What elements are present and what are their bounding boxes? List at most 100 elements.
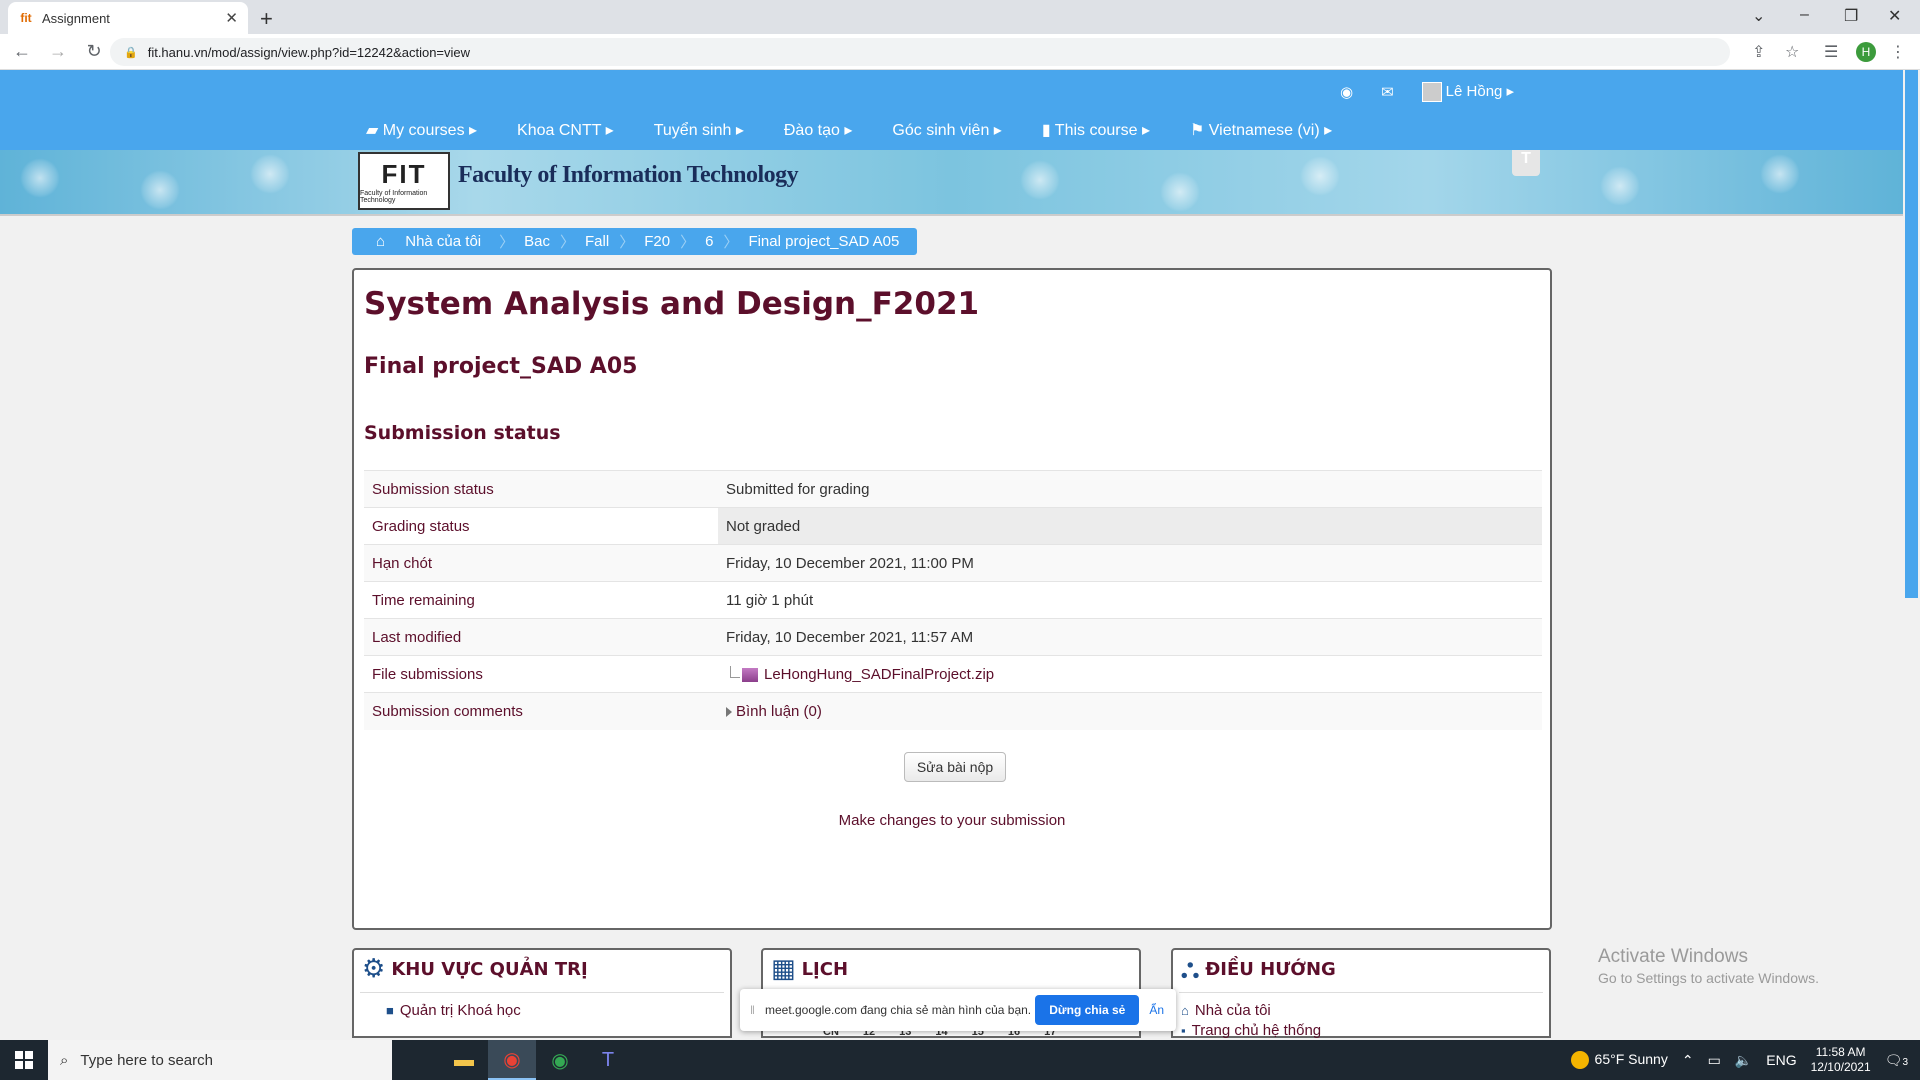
banner-flower-decoration (1160, 172, 1200, 212)
menu-tuyen-sinh[interactable]: Tuyển sinh ▸ (654, 120, 744, 140)
edit-submission-button[interactable]: Sửa bài nộp (904, 752, 1006, 782)
block-navigation: ⛬ ĐIỀU HƯỚNG ⌂ Nhà của tôi ▪ Trang chủ h… (1171, 948, 1551, 1039)
search-icon: ⌕ (60, 1051, 69, 1069)
forward-icon[interactable]: → (44, 41, 72, 62)
row-value: Friday, 10 December 2021, 11:00 PM (726, 554, 974, 572)
archive-icon (742, 667, 758, 682)
start-button[interactable] (0, 1040, 48, 1080)
drag-handle-icon[interactable]: ‖ (750, 1003, 755, 1017)
fit-logo[interactable]: FIT Faculty of Information Technology (358, 152, 450, 210)
table-row: Time remaining 11 giờ 1 phút (364, 581, 1542, 619)
close-window-button[interactable]: ✕ (1888, 6, 1901, 26)
banner-flower-decoration (20, 158, 60, 198)
stop-sharing-button[interactable]: Dừng chia sẻ (1035, 995, 1140, 1025)
reading-list-icon[interactable]: ☰ (1824, 42, 1838, 62)
comments-link[interactable]: Bình luận (0) (736, 703, 822, 720)
file-explorer-icon[interactable]: ▬ (440, 1040, 488, 1080)
fit-favicon-icon: fit (20, 11, 32, 25)
chrome-active-icon[interactable]: ◉ (488, 1040, 536, 1080)
lock-icon[interactable]: 🔒 (124, 46, 138, 59)
menu-label: My courses (382, 122, 465, 139)
menu-language[interactable]: ⚑ Vietnamese (vi) ▸ (1190, 120, 1332, 140)
notification-center-icon[interactable]: 🗨3 (1885, 1052, 1908, 1069)
user-menu[interactable]: Lê Hồng ▸ (1421, 82, 1514, 103)
menu-goc-sinh-vien[interactable]: Góc sinh viên ▸ (892, 120, 1001, 140)
notification-icon[interactable]: ◉ (1340, 83, 1353, 101)
breadcrumb-item[interactable]: Bac (516, 233, 558, 250)
user-name: Lê Hồng (1445, 83, 1503, 100)
browser-toolbar: ← → ↻ 🔒 fit.hanu.vn/mod/assign/view.php?… (0, 34, 1920, 70)
weather-widget[interactable]: 65°F Sunny (1570, 1051, 1668, 1070)
breadcrumb-home[interactable]: ⌂ Nhà của tôi (360, 233, 497, 250)
table-row: Submission status Submitted for grading (364, 470, 1542, 508)
shirt-icon[interactable]: T (1512, 150, 1540, 176)
menu-dao-tao[interactable]: Đào tạo ▸ (784, 120, 853, 140)
nav-item-site-home[interactable]: ▪ Trang chủ hệ thống (1181, 1022, 1321, 1039)
menu-khoa-cntt[interactable]: Khoa CNTT ▸ (517, 120, 614, 140)
home-icon: ⌂ (1181, 1003, 1189, 1018)
share-icon[interactable]: ⇪ (1752, 42, 1765, 62)
language-indicator[interactable]: ENG (1766, 1052, 1796, 1068)
volume-icon[interactable]: 🔈 (1735, 1052, 1752, 1069)
minimize-button[interactable]: – (1800, 6, 1809, 24)
reload-icon[interactable]: ↻ (80, 41, 108, 62)
profile-avatar[interactable]: H (1856, 42, 1876, 62)
site-banner: FIT Faculty of Information Technology Fa… (0, 150, 1903, 216)
file-icon: ▪ (1181, 1023, 1186, 1038)
table-row: Submission comments Bình luận (0) (364, 692, 1542, 730)
breadcrumb-item[interactable]: Fall (577, 233, 617, 250)
nav-item-label: Trang chủ hệ thống (1191, 1022, 1322, 1039)
windows-taskbar: ⌕ Type here to search ▬ ◉ ◉ T 65°F Sunny… (0, 1040, 1920, 1080)
section-title: Submission status (364, 422, 561, 444)
nav-item-label: Nhà của tôi (1194, 1002, 1271, 1019)
banner-flower-decoration (1020, 160, 1060, 200)
screen-share-bar: ‖ meet.google.com đang chia sẻ màn hình … (740, 989, 1176, 1031)
chrome-icon[interactable]: ◉ (536, 1040, 584, 1080)
menu-my-courses[interactable]: ▰ My courses ▸ (366, 120, 477, 140)
row-key: File submissions (372, 665, 483, 683)
network-icon[interactable]: ▭ (1708, 1052, 1721, 1069)
nav-item-home[interactable]: ⌂ Nhà của tôi (1181, 1002, 1271, 1019)
divider (360, 992, 724, 993)
file-link[interactable]: LeHongHung_SADFinalProject.zip (764, 666, 994, 683)
divider (1179, 992, 1543, 993)
browser-menu-icon[interactable]: ⋮ (1890, 42, 1906, 62)
row-key: Grading status (372, 517, 470, 535)
menu-this-course[interactable]: ▮ This course ▸ (1042, 120, 1150, 140)
row-key: Hạn chót (372, 554, 433, 572)
bookmark-star-icon[interactable]: ☆ (1785, 42, 1799, 62)
sun-icon (1570, 1051, 1589, 1070)
message-icon[interactable]: ✉ (1381, 83, 1394, 101)
clock[interactable]: 11:58 AM 12/10/2021 (1811, 1045, 1871, 1075)
new-tab-button[interactable]: + (260, 6, 273, 32)
hide-button[interactable]: Ẩn (1149, 1003, 1164, 1017)
row-value-comments: Bình luận (0) (718, 693, 1542, 730)
address-bar[interactable]: 🔒 fit.hanu.vn/mod/assign/view.php?id=122… (110, 38, 1730, 66)
chevron-right-icon: 〉 (680, 234, 696, 251)
row-key: Submission status (372, 480, 494, 498)
browser-tab[interactable]: fit Assignment ✕ (8, 2, 248, 34)
chevron-right-icon: 〉 (560, 234, 576, 251)
close-tab-icon[interactable]: ✕ (225, 9, 238, 27)
folder-icon: ■ (386, 1003, 394, 1018)
scrollbar-thumb[interactable] (1905, 70, 1918, 598)
gears-icon: ⚙ (362, 954, 386, 984)
clock-time: 11:58 AM (1815, 1045, 1866, 1059)
back-icon[interactable]: ← (8, 41, 36, 62)
row-key: Last modified (372, 628, 462, 646)
calendar-icon: ▦ (771, 954, 796, 984)
banner-flower-decoration (1600, 166, 1640, 206)
home-icon: ⌂ (376, 233, 386, 250)
banner-flower-decoration (140, 170, 180, 210)
teams-icon[interactable]: T (584, 1040, 632, 1080)
breadcrumb-item[interactable]: F20 (636, 233, 678, 250)
breadcrumb-current[interactable]: Final project_SAD A05 (740, 233, 907, 250)
restore-button[interactable]: ❐ (1844, 6, 1858, 26)
chevron-up-icon[interactable]: ⌃ (1682, 1052, 1694, 1069)
expand-triangle-icon[interactable] (726, 706, 732, 717)
tab-search-icon[interactable]: ⌄ (1752, 6, 1765, 26)
admin-course-link[interactable]: ■ Quản trị Khoá học (386, 1002, 521, 1019)
taskbar-search[interactable]: ⌕ Type here to search (48, 1040, 392, 1080)
breadcrumb-item[interactable]: 6 (697, 233, 721, 250)
block-admin: ⚙ KHU VỰC QUẢN TRỊ ■ Quản trị Khoá học (352, 948, 732, 1038)
